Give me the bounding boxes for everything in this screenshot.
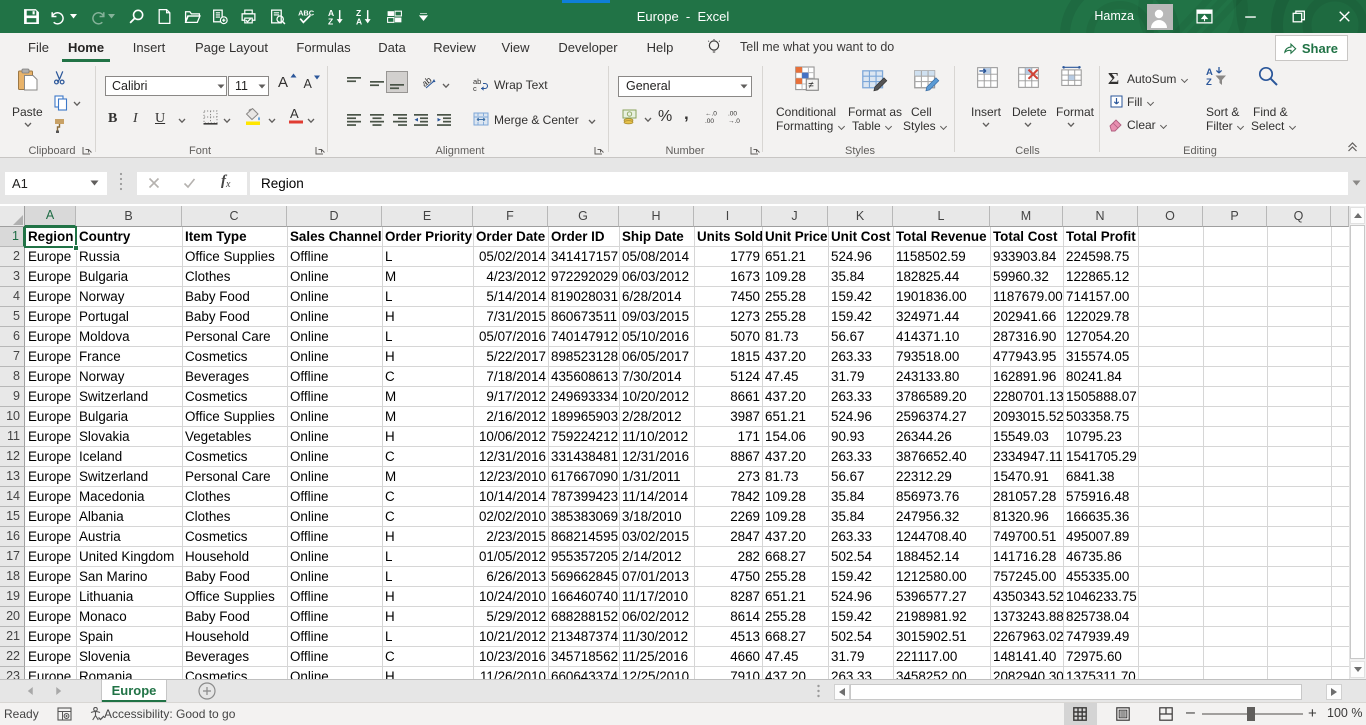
svg-text:ab: ab [423,75,434,89]
svg-text:A: A [278,74,288,90]
svg-text:A: A [304,77,313,91]
svg-text:←.0: ←.0 [705,111,717,118]
svg-text:A: A [290,106,299,121]
svg-text:Z: Z [1206,77,1212,86]
svg-text:.00: .00 [705,118,714,124]
svg-text:c: c [473,84,477,92]
svg-text:→.0: →.0 [728,118,740,124]
svg-text:≠: ≠ [808,80,814,91]
svg-text:.00: .00 [728,111,737,118]
